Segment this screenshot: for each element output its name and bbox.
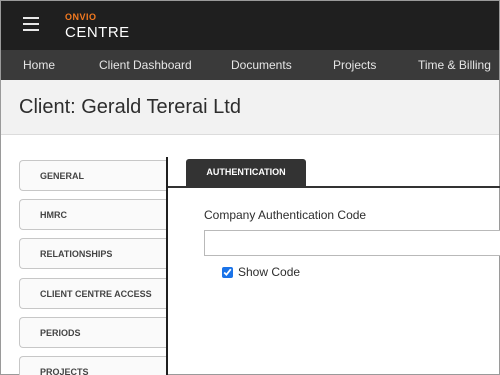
show-code-row[interactable]: Show Code (222, 265, 300, 279)
page-title: Client: Gerald Tererai Ltd (19, 96, 241, 118)
auth-code-label: Company Authentication Code (204, 208, 367, 222)
nav-item-time-billing[interactable]: Time & Billing (418, 50, 491, 80)
hamburger-menu-icon[interactable] (23, 17, 39, 31)
nav-item-documents[interactable]: Documents (231, 50, 292, 80)
show-code-label[interactable]: Show Code (238, 265, 300, 279)
nav-item-projects[interactable]: Projects (333, 50, 376, 80)
tab-authentication[interactable]: AUTHENTICATION (186, 159, 306, 186)
brand-logo-main[interactable]: CENTRE (65, 24, 130, 41)
tab-underline (168, 186, 500, 188)
sidebar-item-general[interactable]: GENERAL (19, 160, 166, 191)
sidebar-item-client-centre-access[interactable]: CLIENT CENTRE ACCESS (19, 278, 166, 309)
nav-item-client-dashboard[interactable]: Client Dashboard (99, 50, 192, 80)
page-header: Client: Gerald Tererai Ltd (1, 80, 499, 135)
sidebar-divider (166, 157, 168, 375)
sidebar-item-hmrc[interactable]: HMRC (19, 199, 166, 230)
client-sidebar: GENERAL HMRC RELATIONSHIPS CLIENT CENTRE… (1, 135, 169, 375)
sidebar-item-relationships[interactable]: RELATIONSHIPS (19, 238, 166, 269)
top-bar: ONVIO CENTRE (1, 1, 499, 50)
nav-item-home[interactable]: Home (23, 50, 55, 80)
brand-logo-top: ONVIO (65, 12, 97, 22)
sidebar-item-projects[interactable]: PROJECTS (19, 356, 166, 375)
sidebar-item-periods[interactable]: PERIODS (19, 317, 166, 348)
main-nav: Home Client Dashboard Documents Projects… (1, 50, 499, 80)
show-code-checkbox[interactable] (222, 266, 233, 278)
auth-code-input[interactable] (204, 230, 500, 256)
